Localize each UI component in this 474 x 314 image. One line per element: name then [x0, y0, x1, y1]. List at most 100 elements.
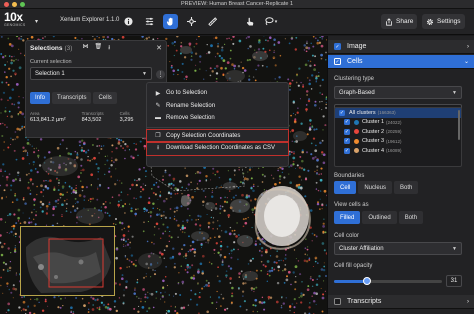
cell-dot [5, 81, 8, 84]
cells-checkbox[interactable]: ✓ [334, 58, 341, 65]
cluster-list-scrollbar[interactable] [458, 110, 460, 140]
target-tool-button[interactable] [184, 14, 199, 29]
menu-item-rename-selection[interactable]: ✎ Rename Selection [147, 100, 288, 113]
cell-dot [174, 207, 176, 209]
current-selection-dropdown[interactable]: Selection 1 ▼ [30, 67, 152, 80]
cell-dot [201, 287, 204, 290]
cluster-checkbox[interactable]: ✓ [339, 109, 345, 116]
cluster-row[interactable]: ✓ Cluster 1 (24022) [335, 118, 461, 128]
measure-tool-button[interactable] [205, 14, 220, 29]
cell-dot [306, 246, 309, 248]
pan-tool-button[interactable] [163, 14, 178, 29]
window-controls[interactable] [4, 2, 25, 7]
app-logo[interactable]: 10x GENOMICS [4, 11, 28, 33]
cell-dot [10, 59, 13, 62]
info-button[interactable] [121, 14, 136, 29]
cluster-checkbox[interactable]: ✓ [344, 147, 350, 154]
lasso-select-button[interactable]: ▾ [263, 14, 278, 29]
cluster-row-all[interactable]: ✓ All clusters (166363) [335, 108, 461, 118]
cell-dot [322, 115, 325, 118]
settings-button[interactable]: Settings [422, 14, 465, 29]
split-icon[interactable]: ⋈ [82, 43, 88, 53]
cell-dot [163, 249, 166, 252]
section-cells[interactable]: ✓ Cells ⌄ [328, 55, 474, 69]
cell-dot [204, 196, 207, 198]
cell-color-select[interactable]: Cluster Affiliation ▼ [334, 242, 462, 255]
cell-dot [104, 163, 106, 166]
slider-handle[interactable] [363, 277, 372, 285]
boundaries-option-nucleus[interactable]: Nucleus [358, 181, 393, 194]
cell-dot [102, 303, 106, 307]
cluster-row[interactable]: ✓ Cluster 2 (20259) [335, 127, 461, 137]
section-image[interactable]: ✓ Image › [328, 40, 474, 54]
trash-icon[interactable]: 🗑 [94, 43, 102, 53]
cell-dot [254, 242, 257, 245]
menu-item-remove-selection[interactable]: ▬ Remove Selection [147, 112, 288, 125]
zoom-window-icon[interactable] [20, 2, 25, 7]
cluster-row[interactable]: ✓ Cluster 3 (19612) [335, 137, 461, 147]
tab-transcripts[interactable]: Transcripts [52, 92, 92, 104]
boundaries-option-cell[interactable]: Cell [334, 181, 357, 194]
cell-dot [294, 48, 297, 51]
section-transcripts[interactable]: Transcripts › [328, 295, 474, 309]
transcripts-checkbox[interactable] [334, 298, 341, 305]
cell-dot [253, 183, 255, 186]
cell-dot [65, 207, 68, 210]
cluster-checkbox[interactable]: ✓ [344, 119, 350, 126]
cell-dot [102, 202, 105, 206]
share-button[interactable]: Share [381, 14, 418, 29]
cell-dot [40, 184, 43, 188]
view-option-filled[interactable]: Filled [334, 211, 361, 224]
cluster-checkbox[interactable]: ✓ [344, 138, 350, 145]
view-option-outlined[interactable]: Outlined [362, 211, 397, 224]
tab-cells[interactable]: Cells [93, 92, 117, 104]
download-icon[interactable]: ⭳ [108, 43, 110, 53]
tab-info[interactable]: Info [30, 92, 51, 104]
cell-dot [282, 302, 285, 305]
image-checkbox[interactable]: ✓ [334, 43, 341, 50]
minimap[interactable] [20, 226, 115, 296]
cell-dot [194, 69, 197, 72]
boundaries-option-both[interactable]: Both [394, 181, 419, 194]
cell-dot [13, 149, 16, 152]
close-icon[interactable]: ✕ [156, 44, 162, 52]
cell-dot [194, 223, 198, 226]
cell-dot [296, 164, 299, 167]
clustering-type-select[interactable]: Graph-Based ▼ [334, 86, 462, 99]
adjust-button[interactable] [142, 14, 157, 29]
cluster-row[interactable]: ✓ Cluster 4 (16089) [335, 146, 461, 156]
minimize-window-icon[interactable] [12, 2, 17, 7]
menu-item-download-coordinates-csv[interactable]: ⭳ Download Selection Coordinates as CSV [146, 141, 289, 156]
fill-opacity-slider[interactable] [334, 277, 442, 285]
cell-dot [314, 155, 317, 159]
view-option-both[interactable]: Both [398, 211, 424, 224]
cell-dot [225, 270, 228, 272]
cell-dot [319, 198, 321, 200]
cell-dot [125, 240, 127, 243]
close-window-icon[interactable] [4, 2, 9, 7]
more-options-icon[interactable]: ⋮ [156, 70, 165, 79]
cell-dot [210, 195, 214, 198]
cell-dot [57, 306, 60, 309]
cell-dot [33, 151, 36, 154]
cluster-checkbox[interactable]: ✓ [344, 128, 350, 135]
cell-dot [81, 139, 84, 142]
fill-opacity-value[interactable]: 31 [446, 275, 462, 287]
cell-dot [182, 228, 184, 230]
cell-dot [7, 302, 11, 306]
cell-dot [127, 194, 129, 196]
cell-dot [189, 250, 192, 252]
cell-dot [33, 198, 36, 201]
cell-dot [44, 300, 47, 303]
cell-dot [315, 258, 317, 260]
freehand-select-button[interactable] [242, 14, 257, 29]
menu-item-go-to-selection[interactable]: ▶ Go to Selection [147, 87, 288, 100]
cell-dot [160, 217, 163, 220]
cluster-label: Cluster 2 [362, 128, 385, 135]
chevron-down-icon[interactable]: ▾ [35, 18, 38, 25]
cell-dot [315, 77, 318, 80]
cell-dot [173, 210, 176, 213]
menu-item-copy-coordinates[interactable]: ❐ Copy Selection Coordinates [146, 128, 289, 143]
cell-dot [273, 51, 275, 54]
cell-dot [78, 140, 82, 144]
